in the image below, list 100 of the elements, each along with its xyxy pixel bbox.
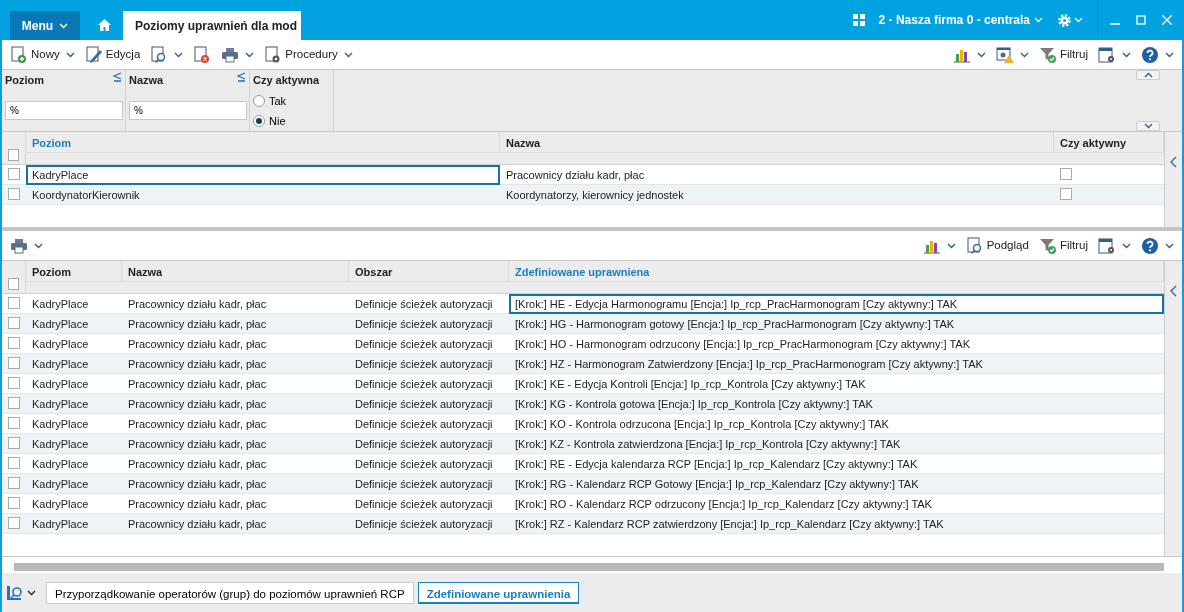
table-cell: [Krok:] HE - Edycja Harmonogramu [Encja:] Ip_rcp_PracHarmonogram [Czy aktywny:] TAK [509, 294, 1164, 314]
caret-icon [976, 51, 986, 58]
table-cell: KadryPlace [26, 434, 122, 454]
table-cell: Pracownicy działu kadr, płac [122, 314, 349, 334]
filter-button[interactable]: Filtruj [1034, 232, 1092, 259]
row-checkbox[interactable] [8, 168, 20, 180]
maximize-icon[interactable] [1136, 15, 1146, 25]
settings-icon[interactable] [1057, 12, 1072, 28]
select-all-checkbox[interactable] [8, 149, 19, 161]
caret-icon [1019, 51, 1029, 58]
row-checkbox[interactable] [8, 437, 20, 449]
table-cell: [Krok:] RG - Kalendarz RCP Gotowy [Encja:] Ip_rcp_Kalendarz [Czy aktywny:] TAK [509, 474, 1164, 494]
expand-button[interactable] [1136, 121, 1160, 131]
table-cell: Definicje ścieżek autoryzacji [349, 354, 509, 374]
filter-icon [1038, 45, 1057, 64]
row-checkbox[interactable] [8, 517, 20, 529]
filter-field[interactable]: % [129, 100, 247, 120]
radio-option[interactable]: Tak [253, 92, 287, 109]
window-gear-icon [1098, 45, 1116, 64]
row-checkbox[interactable] [8, 397, 20, 409]
side-panel-toggle-icon[interactable] [1170, 284, 1177, 297]
caret-icon [59, 22, 69, 29]
collapse-button[interactable] [1136, 70, 1160, 80]
column-header[interactable]: Poziom [26, 132, 500, 152]
caret-icon [1034, 17, 1043, 23]
row-checkbox[interactable] [8, 297, 20, 309]
pencil-document-icon [84, 45, 103, 64]
radio-option[interactable]: Nie [253, 113, 286, 130]
row-checkbox[interactable] [8, 417, 20, 429]
close-icon[interactable] [1162, 15, 1172, 25]
help-icon [1141, 236, 1159, 255]
caret-icon [34, 242, 43, 249]
table-cell: Definicje ścieżek autoryzacji [349, 314, 509, 334]
printer-icon [221, 45, 240, 64]
caret-icon [1122, 242, 1131, 249]
caret-up-icon [1143, 72, 1153, 78]
magnifier-document-button[interactable]: Podgląd [961, 232, 1033, 259]
column-header[interactable]: Obszar [349, 261, 509, 281]
caret-icon [1143, 123, 1153, 129]
table-cell: Pracownicy działu kadr, płac [122, 354, 349, 374]
caret-icon [65, 51, 75, 58]
row-checkbox[interactable] [8, 377, 20, 389]
table-cell: Definicje ścieżek autoryzacji [349, 394, 509, 414]
filter-button[interactable]: Filtruj [1034, 41, 1092, 68]
table-cell: Definicje ścieżek autoryzacji [349, 434, 509, 454]
home-icon[interactable] [98, 18, 111, 31]
select-all-checkbox[interactable] [8, 278, 19, 290]
bottom-tab[interactable]: Przyporządkowanie operatorów (grup) do poziomów uprawnień RCP [46, 581, 414, 604]
table-cell: [Krok:] KG - Kontrola gotowa [Encja:] Ip_rcp_Kontrola [Czy aktywny:] TAK [509, 394, 1164, 414]
document-tab[interactable]: Poziomy uprawnień dla mod [123, 11, 301, 40]
document-plus-button[interactable]: Nowy [6, 41, 79, 68]
bottom-tab[interactable]: Zdefiniowane uprawnienia [417, 581, 580, 604]
side-panel-toggle-icon[interactable] [1170, 155, 1177, 168]
search-icon[interactable] [6, 583, 24, 602]
column-header[interactable]: Nazwa [122, 261, 349, 281]
window-gear-icon [1098, 236, 1116, 255]
row-checkbox[interactable] [8, 188, 20, 200]
table-cell: Pracownicy działu kadr, płac [122, 394, 349, 414]
table-cell: [Krok:] RZ - Kalendarz RCP zatwierdzony [Encja:] Ip_rcp_Kalendarz [Czy aktywny:] TAK [509, 514, 1164, 534]
magnifier-document-icon [965, 236, 984, 255]
column-header[interactable]: Nazwa [500, 132, 1054, 152]
table-cell: Definicje ścieżek autoryzacji [349, 474, 509, 494]
filter-icon [1038, 236, 1057, 255]
filter-operator-icon[interactable] [237, 72, 246, 82]
row-checkbox[interactable] [8, 337, 20, 349]
menu-button[interactable]: Menu [10, 11, 80, 40]
row-checkbox[interactable] [8, 317, 20, 329]
row-checkbox[interactable] [8, 477, 20, 489]
row-checkbox[interactable] [8, 357, 20, 369]
table-cell: [Krok:] KZ - Kontrola zatwierdzona [Encja:] Ip_rcp_Kontrola [Czy aktywny:] TAK [509, 434, 1164, 454]
row-checkbox[interactable] [8, 497, 20, 509]
caret-icon [946, 242, 956, 249]
table-cell: Koordynatorzy, kierownicy jednostek [500, 185, 1054, 205]
filter-field[interactable]: % [5, 100, 123, 120]
pencil-document-button[interactable]: Edycja [80, 41, 145, 68]
caret-icon [174, 51, 184, 58]
table-cell: Pracownicy działu kadr, płac [122, 434, 349, 454]
column-header[interactable]: Poziom [26, 261, 122, 281]
filter-label: Poziom [5, 73, 45, 88]
filter-label: Nazwa [129, 73, 164, 88]
row-checkbox[interactable] [8, 457, 20, 469]
delete-document-icon [193, 45, 212, 64]
table-cell: KoordynatorKierownik [26, 185, 500, 205]
filter-operator-icon[interactable] [113, 72, 122, 82]
table-cell: KadryPlace [26, 314, 122, 334]
grid-icon[interactable] [852, 14, 865, 26]
document-plus-icon [10, 45, 28, 64]
gear-document-button[interactable]: Procedury [260, 41, 357, 68]
table-cell: KadryPlace [26, 474, 122, 494]
horizontal-scrollbar[interactable] [14, 563, 1164, 571]
table-cell: KadryPlace [26, 514, 122, 534]
table-cell: [Krok:] HZ - Harmonogram Zatwierdzony [Encja:] Ip_rcp_PracHarmonogram [Czy aktywny:] TAK [509, 354, 1164, 374]
caret-icon [245, 51, 255, 58]
caret-icon [343, 51, 353, 58]
table-cell: Pracownicy działu kadr, płac [122, 474, 349, 494]
table-cell: Pracownicy działu kadr, płac [122, 514, 349, 534]
printer-icon [10, 236, 28, 255]
caret-icon [1165, 242, 1174, 249]
filter-label: Czy aktywna [253, 73, 321, 88]
caret-icon [1122, 51, 1131, 58]
